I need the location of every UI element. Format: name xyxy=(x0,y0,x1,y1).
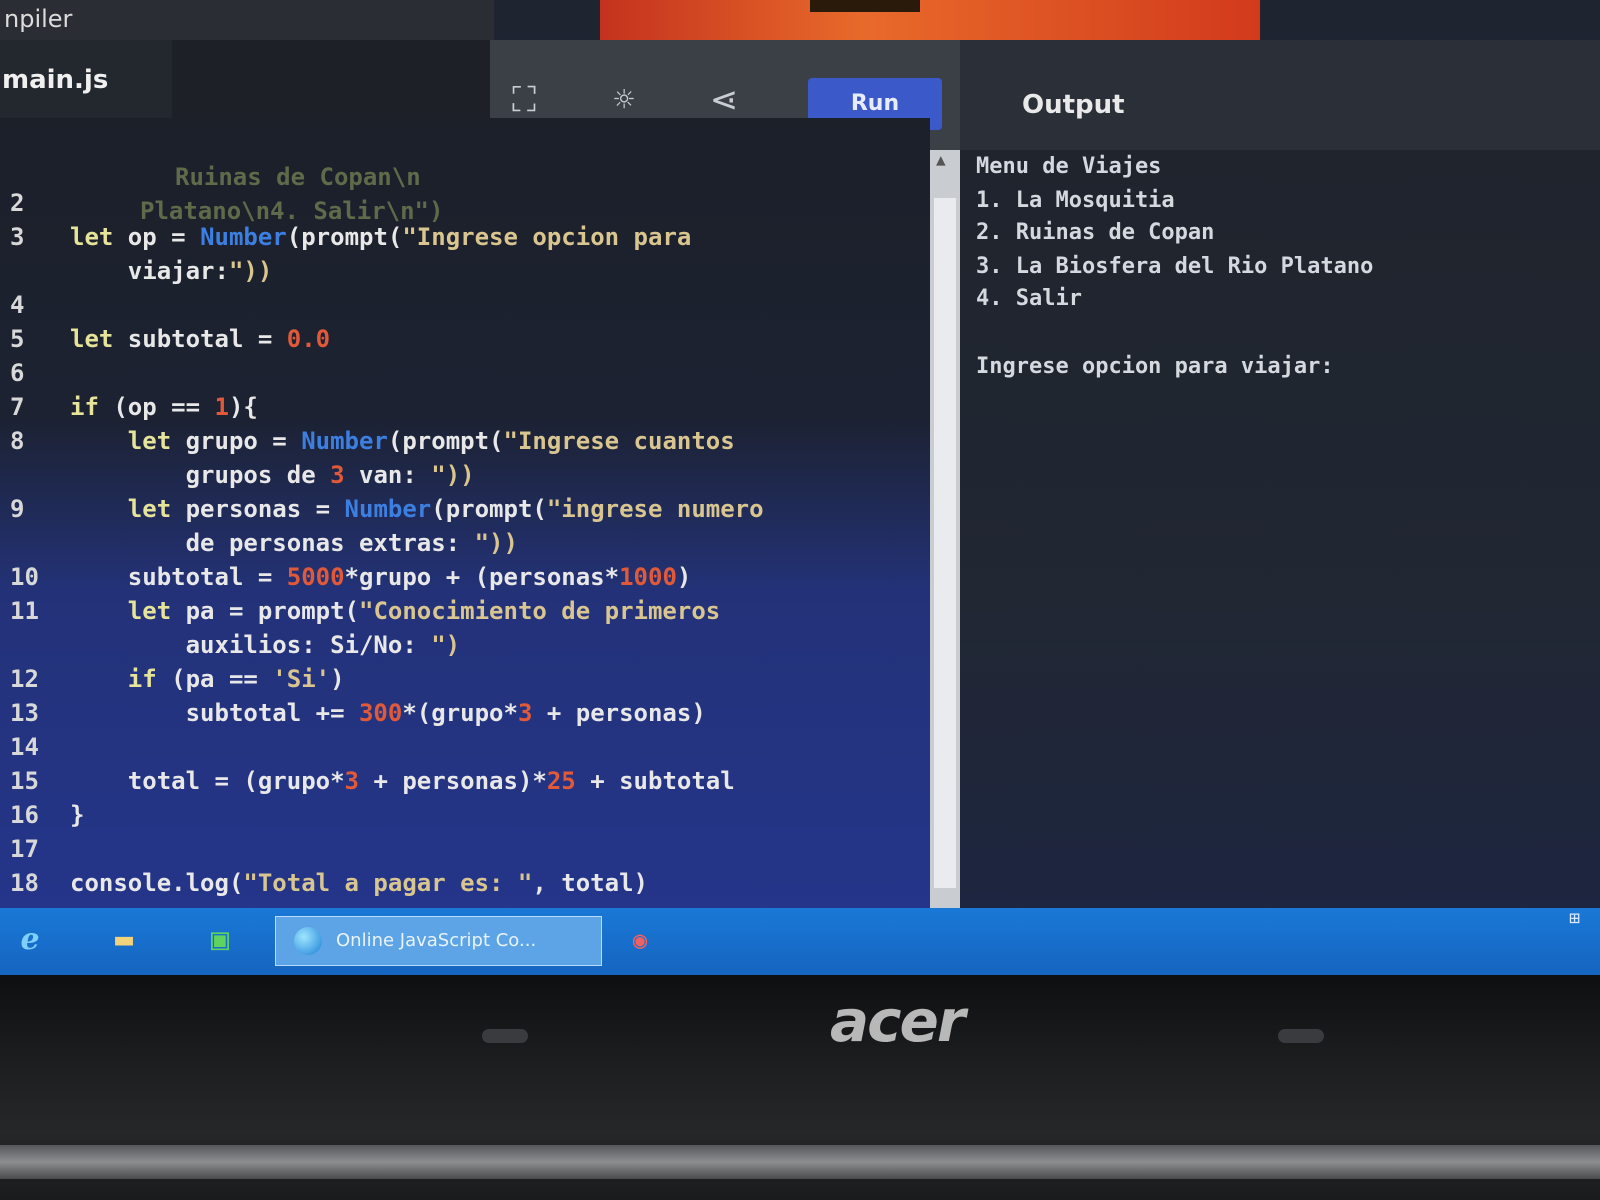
line-number: 7 xyxy=(10,393,25,421)
line-number: 17 xyxy=(10,835,39,863)
tab-main-js[interactable]: main.js xyxy=(0,40,172,118)
editor-scrollbar[interactable]: ▲ xyxy=(930,150,960,908)
line-number: 10 xyxy=(10,563,39,591)
code-text: let personas = Number(prompt("ingrese nu… xyxy=(127,495,764,523)
acer-logo: acer xyxy=(830,987,965,1055)
laptop-bezel: acer xyxy=(0,975,1600,1200)
line-number: 18 xyxy=(10,869,39,897)
file-tabbar: main.js xyxy=(0,40,490,118)
code-text: if (pa == 'Si') xyxy=(127,665,345,693)
taskbar-app-javascript[interactable]: Online JavaScript Co... xyxy=(275,916,602,966)
store-icon[interactable]: ▣ xyxy=(198,918,242,962)
folder-icon[interactable]: ▬ xyxy=(102,918,146,962)
laptop-screen: npiler main.js ⛶ ☼ ⋖ Run ☝ Output Ruinas… xyxy=(0,0,1600,975)
edge-icon xyxy=(294,927,322,955)
line-number: 2 xyxy=(10,189,25,217)
code-text: subtotal += 300*(grupo*3 + personas) xyxy=(70,699,706,727)
code-text: total = (grupo*3 + personas)*25 + subtot… xyxy=(70,767,735,795)
hinge-strip xyxy=(0,1145,1600,1179)
ie-icon[interactable]: e xyxy=(8,918,52,962)
ad-banner-tag xyxy=(810,0,920,12)
line-number: 9 xyxy=(10,495,25,523)
code-text: de personas extras: ")) xyxy=(70,529,518,557)
line-number: 14 xyxy=(10,733,39,761)
ad-banner[interactable] xyxy=(600,0,1260,40)
scroll-thumb[interactable] xyxy=(934,198,956,888)
output-line: 4. Salir xyxy=(976,286,1082,311)
code-text: subtotal = 5000*grupo + (personas*1000) xyxy=(70,563,692,591)
line-number: 8 xyxy=(10,427,25,455)
output-line: 2. Ruinas de Copan xyxy=(976,220,1215,245)
output-line: 3. La Biosfera del Rio Platano xyxy=(976,254,1374,279)
code-line-partial: Ruinas de Copan\n xyxy=(175,163,421,191)
line-number: 5 xyxy=(10,325,25,353)
line-number: 4 xyxy=(10,291,25,319)
line-number: 16 xyxy=(10,801,39,829)
code-text: viajar:")) xyxy=(70,257,273,285)
line-number: 11 xyxy=(10,597,39,625)
line-number: 13 xyxy=(10,699,39,727)
output-panel: Menu de Viajes 1. La Mosquitia 2. Ruinas d… xyxy=(960,150,1600,908)
code-text: let grupo = Number(prompt("Ingrese cuant… xyxy=(127,427,735,455)
output-line: Ingrese opcion para viajar: xyxy=(976,354,1334,379)
code-text: console.log("Total a pagar es: ", total) xyxy=(70,869,648,897)
taskbar: e ▬ ▣ Online JavaScript Co... ◉ ⊞ xyxy=(0,908,1600,975)
code-text: if (op == 1){ xyxy=(70,393,258,421)
output-line: Menu de Viajes xyxy=(976,154,1162,179)
chrome-icon[interactable]: ◉ xyxy=(618,918,662,962)
code-text: grupos de 3 van: ")) xyxy=(70,461,475,489)
output-header: Output xyxy=(960,40,1600,150)
code-text: let op = Number(prompt("Ingrese opcion p… xyxy=(70,223,692,251)
code-editor[interactable]: Ruinas de Copan\n Platano\n4. Salir\n") … xyxy=(0,118,930,908)
code-text: } xyxy=(70,801,85,829)
code-text: let pa = prompt("Conocimiento de primero… xyxy=(127,597,721,625)
line-number: 15 xyxy=(10,767,39,795)
network-icon[interactable]: ⊞ xyxy=(1569,908,1580,929)
share-icon[interactable]: ⋖ xyxy=(702,78,746,122)
sun-icon[interactable]: ☼ xyxy=(602,78,646,122)
line-number: 6 xyxy=(10,359,25,387)
expand-icon[interactable]: ⛶ xyxy=(502,78,546,122)
bezel-pad xyxy=(1278,1029,1324,1043)
code-text: auxilios: Si/No: ") xyxy=(70,631,461,659)
bezel-pad xyxy=(482,1029,528,1043)
output-title: Output xyxy=(1022,90,1125,120)
output-line: 1. La Mosquitia xyxy=(976,188,1175,213)
line-number: 3 xyxy=(10,223,25,251)
scroll-up-icon[interactable]: ▲ xyxy=(936,150,946,169)
code-text: let subtotal = 0.0 xyxy=(70,325,331,353)
window-title: npiler xyxy=(0,0,494,40)
line-number: 12 xyxy=(10,665,39,693)
